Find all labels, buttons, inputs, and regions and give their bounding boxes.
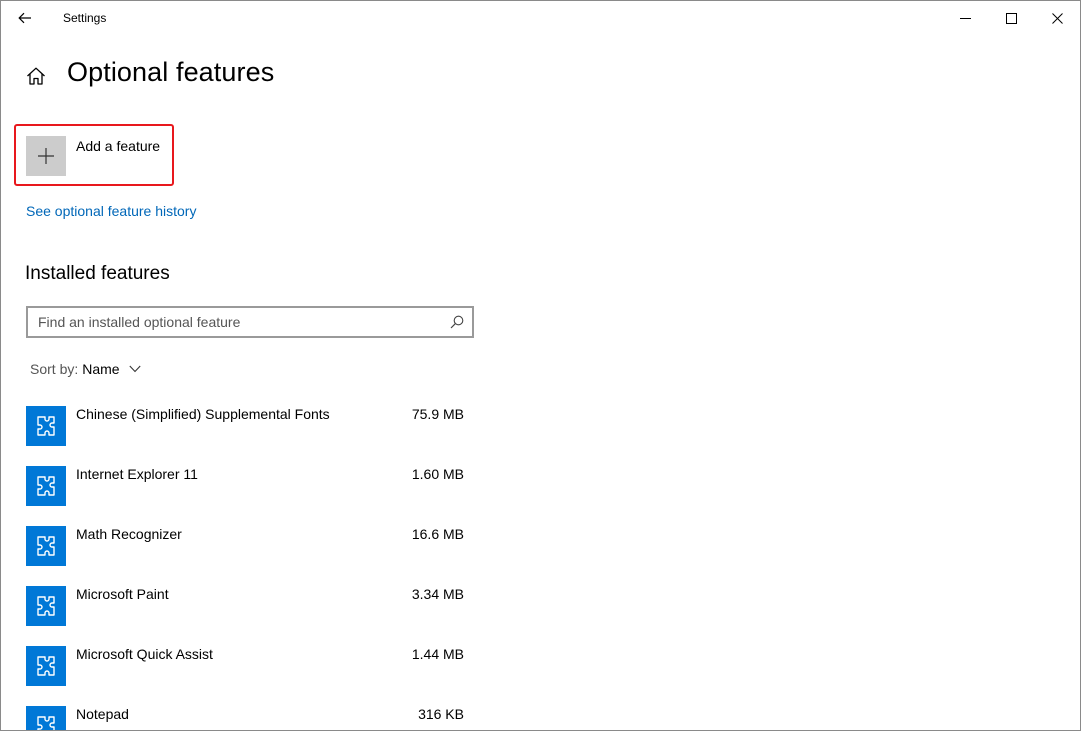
feature-item[interactable]: Math Recognizer 16.6 MB	[26, 524, 466, 584]
back-arrow-icon	[18, 12, 31, 24]
maximize-icon	[1005, 12, 1017, 24]
feature-size: 1.60 MB	[411, 466, 464, 482]
back-button[interactable]	[11, 5, 39, 31]
search-icon[interactable]	[450, 315, 464, 329]
puzzle-icon	[26, 586, 66, 626]
feature-name: Internet Explorer 11	[76, 466, 198, 482]
add-feature-button[interactable]	[26, 136, 66, 176]
sort-value[interactable]: Name	[82, 361, 119, 377]
puzzle-icon	[26, 706, 66, 730]
app-title: Settings	[63, 11, 107, 25]
feature-item[interactable]: Notepad 316 KB	[26, 704, 466, 730]
close-icon	[1051, 12, 1063, 24]
feature-name: Microsoft Quick Assist	[76, 646, 213, 662]
title-bar: Settings	[1, 1, 1080, 35]
feature-item[interactable]: Internet Explorer 11 1.60 MB	[26, 464, 466, 524]
search-input[interactable]	[38, 313, 438, 331]
maximize-button[interactable]	[988, 1, 1034, 35]
feature-size: 316 KB	[418, 706, 464, 722]
feature-name: Notepad	[76, 706, 129, 722]
feature-item[interactable]: Chinese (Simplified) Supplemental Fonts …	[26, 404, 466, 464]
installed-features-heading: Installed features	[25, 263, 170, 284]
puzzle-icon	[26, 466, 66, 506]
home-icon[interactable]	[25, 65, 47, 87]
search-box[interactable]	[26, 306, 474, 338]
feature-name: Math Recognizer	[76, 526, 182, 542]
chevron-down-icon[interactable]	[129, 365, 141, 373]
feature-size: 75.9 MB	[411, 406, 464, 422]
puzzle-icon	[26, 646, 66, 686]
settings-window: Settings Optional features Add a feature…	[0, 0, 1081, 731]
minimize-button[interactable]	[942, 1, 988, 35]
feature-size: 16.6 MB	[411, 526, 464, 542]
puzzle-icon	[26, 406, 66, 446]
installed-features-list: Chinese (Simplified) Supplemental Fonts …	[26, 404, 466, 730]
feature-item[interactable]: Microsoft Quick Assist 1.44 MB	[26, 644, 466, 704]
close-button[interactable]	[1034, 1, 1080, 35]
puzzle-icon	[26, 526, 66, 566]
sort-label: Sort by:	[30, 361, 79, 377]
page-title: Optional features	[67, 57, 275, 87]
feature-item[interactable]: Microsoft Paint 3.34 MB	[26, 584, 466, 644]
sort-dropdown[interactable]: Sort by: Name	[30, 361, 141, 377]
feature-size: 1.44 MB	[411, 646, 464, 662]
plus-icon	[38, 148, 54, 164]
feature-name: Microsoft Paint	[76, 586, 169, 602]
feature-size: 3.34 MB	[411, 586, 464, 602]
add-feature-label[interactable]: Add a feature	[76, 138, 160, 154]
feature-name: Chinese (Simplified) Supplemental Fonts	[76, 406, 330, 422]
minimize-icon	[959, 17, 971, 19]
optional-feature-history-link[interactable]: See optional feature history	[26, 203, 196, 219]
